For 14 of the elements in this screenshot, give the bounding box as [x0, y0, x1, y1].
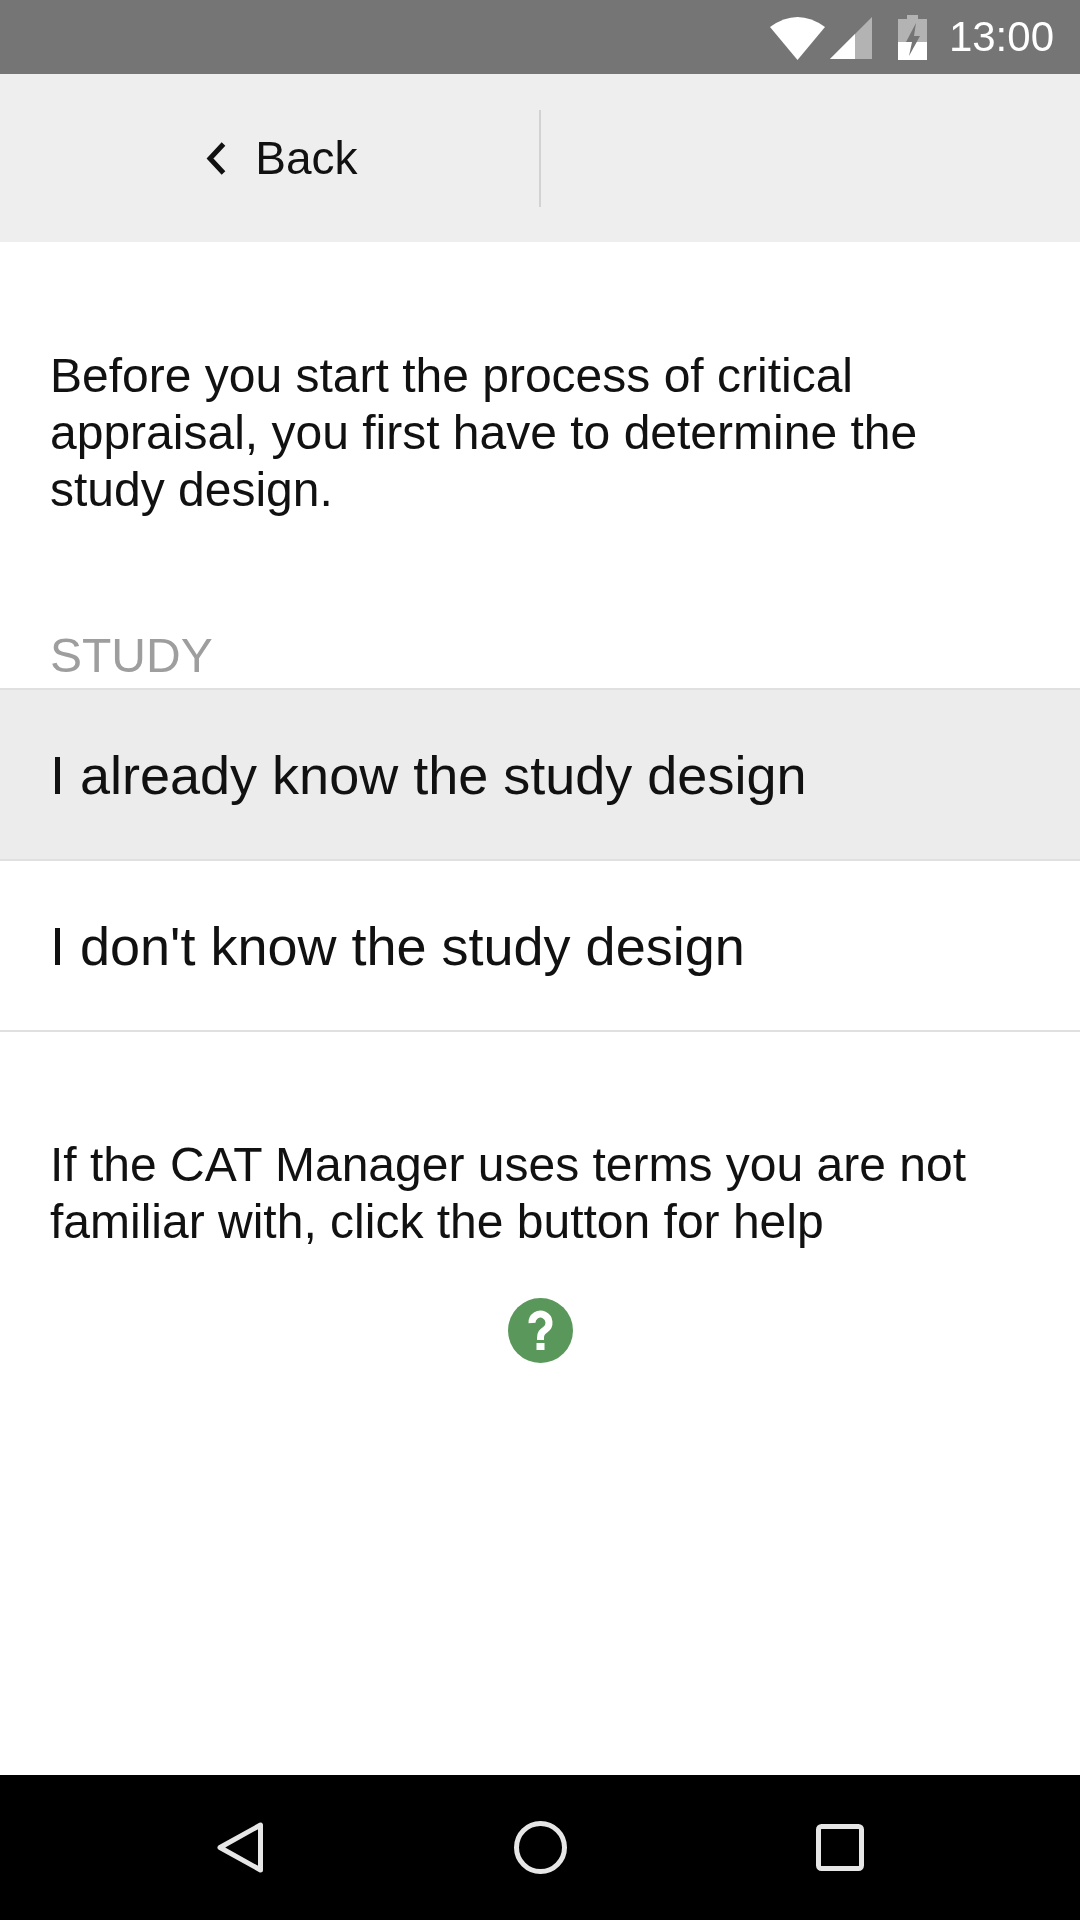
- status-time: 13:00: [948, 13, 1054, 61]
- battery-icon: [897, 14, 927, 60]
- wifi-icon: [769, 16, 825, 60]
- chevron-icon: [205, 140, 228, 176]
- help-icon[interactable]: [507, 1298, 573, 1363]
- intro-text: Before you start the process of critical appraisal, you first have to determine the study design.: [50, 348, 919, 518]
- section-header: STUDY: [50, 628, 214, 684]
- help-text: If the CAT Manager uses terms you are not familiar with, click the button for help: [50, 1137, 967, 1250]
- recents-icon[interactable]: [816, 1824, 864, 1871]
- option-item[interactable]: I already know the study design: [0, 688, 1080, 859]
- back-button[interactable]: Back: [205, 131, 358, 185]
- signal-icon: [829, 17, 872, 59]
- home-icon[interactable]: [513, 1821, 567, 1874]
- back-icon[interactable]: [215, 1821, 265, 1874]
